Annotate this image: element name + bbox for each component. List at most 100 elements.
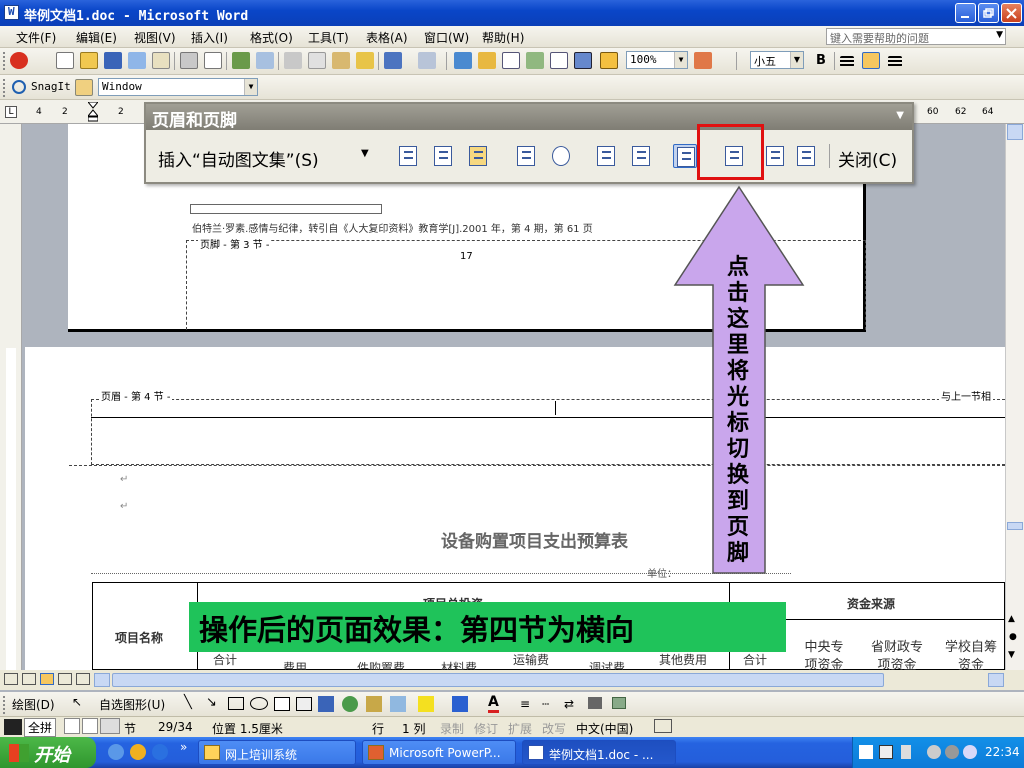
open-folder-icon[interactable] — [80, 52, 98, 69]
toolbar-grip[interactable] — [3, 52, 6, 70]
menu-edit[interactable]: 编辑(E) — [76, 29, 117, 46]
minimize-button[interactable] — [955, 3, 976, 23]
menu-format[interactable]: 格式(O) — [250, 29, 293, 46]
line-style-icon[interactable]: ≡ — [520, 697, 530, 711]
font-color-icon[interactable]: A — [488, 694, 499, 713]
menu-file[interactable]: 文件(F) — [16, 29, 56, 46]
network-tray-icon[interactable] — [901, 745, 911, 759]
chevron-down-icon[interactable]: ▼ — [361, 148, 369, 159]
rectangle-icon[interactable] — [228, 697, 244, 710]
cell-funding-source[interactable]: 资金来源 — [847, 595, 895, 612]
start-button[interactable]: 开始 — [0, 737, 96, 768]
insert-excel-icon[interactable] — [526, 52, 544, 69]
header-footer-toolbar-titlebar[interactable]: 页眉和页脚 ▼ — [146, 104, 912, 131]
font-size-select[interactable]: 小五 ▼ — [750, 51, 804, 69]
insert-page-number-icon[interactable] — [396, 144, 420, 168]
vertical-textbox-icon[interactable] — [296, 697, 312, 711]
arrow-style-icon[interactable]: ⇄ — [564, 697, 574, 711]
research-icon[interactable] — [256, 52, 274, 69]
redo-icon[interactable] — [418, 52, 436, 69]
chevron-down-icon[interactable]: ▼ — [674, 52, 687, 68]
cell-subhead[interactable]: 运输费 — [513, 651, 549, 668]
zoom-select[interactable]: 100% ▼ — [626, 51, 688, 69]
menu-tools[interactable]: 工具(T) — [308, 29, 349, 46]
task-training-system[interactable]: 网上培训系统 — [198, 740, 356, 765]
cell-subhead[interactable]: 其他费用 — [659, 651, 707, 668]
cut-icon[interactable] — [284, 52, 302, 69]
menu-table[interactable]: 表格(A) — [366, 29, 408, 46]
help-tray-icon[interactable] — [879, 745, 893, 759]
snagit-label[interactable]: SnagIt — [31, 80, 71, 93]
quicklaunch-ie-icon[interactable] — [152, 744, 168, 760]
chevron-down-icon[interactable]: ▼ — [244, 79, 257, 95]
track-changes-indicator[interactable]: 修订 — [474, 720, 498, 737]
help-search-input[interactable]: 键入需要帮助的问题 ▼ — [826, 28, 1006, 45]
insert-autotext-button[interactable]: 插入“自动图文集”(S) — [158, 146, 319, 171]
reading-view-icon[interactable] — [76, 673, 90, 685]
close-window-button[interactable] — [1001, 3, 1022, 23]
insert-table-icon[interactable] — [502, 52, 520, 69]
paste-icon[interactable] — [332, 52, 350, 69]
ime-toggle-icon[interactable] — [4, 719, 22, 735]
scroll-right-arrow[interactable] — [988, 673, 1004, 687]
chevron-down-icon[interactable]: ▼ — [896, 110, 904, 121]
align-center-icon[interactable] — [862, 52, 880, 69]
toolbar-grip[interactable] — [3, 696, 6, 714]
vertical-ruler[interactable] — [0, 124, 22, 670]
header-area-section-4[interactable] — [91, 399, 1005, 465]
textbox-icon[interactable] — [274, 697, 290, 711]
snagit-icon[interactable] — [12, 80, 26, 94]
word-app-icon[interactable] — [4, 5, 19, 20]
extend-indicator[interactable]: 扩展 — [508, 720, 532, 737]
collapse-tray-icon[interactable] — [927, 745, 941, 759]
print-view-icon[interactable] — [40, 673, 54, 685]
menu-window[interactable]: 窗口(W) — [424, 29, 469, 46]
print-icon[interactable] — [180, 52, 198, 69]
oval-icon[interactable] — [250, 697, 268, 710]
line-icon[interactable]: ╲ — [184, 695, 192, 710]
next-page-icon[interactable]: ▼ — [1008, 650, 1015, 660]
browse-object-icon[interactable]: ● — [1009, 632, 1017, 642]
email-icon[interactable] — [152, 52, 170, 69]
quicklaunch-desktop-icon[interactable] — [108, 744, 124, 760]
quicklaunch-overflow-icon[interactable]: » — [180, 740, 187, 754]
horizontal-scroll-thumb[interactable] — [112, 673, 884, 687]
scroll-left-arrow[interactable] — [94, 673, 110, 687]
wordart-icon[interactable] — [318, 696, 334, 712]
task-word-document[interactable]: 举例文档1.doc - ... — [522, 740, 676, 765]
show-hide-icon[interactable] — [600, 52, 618, 69]
3d-style-icon[interactable] — [612, 697, 626, 709]
draw-menu[interactable]: 绘图(D) — [12, 696, 55, 713]
scroll-thumb[interactable] — [1007, 522, 1023, 530]
bold-button[interactable]: B — [812, 52, 830, 69]
insert-picture-icon[interactable] — [390, 696, 406, 712]
cell-subhead[interactable]: 合计 — [743, 651, 767, 668]
drawing-icon[interactable] — [574, 52, 592, 69]
normal-view-icon[interactable] — [4, 673, 18, 685]
record-indicator[interactable]: 录制 — [440, 720, 464, 737]
toolbar-grip[interactable] — [3, 79, 6, 97]
tab-stop-selector[interactable]: L — [5, 106, 17, 118]
quicklaunch-media-icon[interactable] — [130, 744, 146, 760]
volume-tray-icon[interactable] — [945, 745, 959, 759]
select-objects-icon[interactable]: ↖ — [72, 695, 82, 709]
line-color-icon[interactable] — [452, 696, 468, 712]
chevron-down-icon[interactable]: ▼ — [996, 30, 1003, 40]
show-next-icon[interactable] — [794, 144, 818, 168]
tables-borders-icon[interactable] — [478, 52, 496, 69]
diagram-icon[interactable] — [342, 696, 358, 712]
document-title[interactable]: 设备购置项目支出预算表 — [441, 527, 628, 552]
close-header-footer-button[interactable]: 关闭(C) — [838, 146, 897, 171]
app-tray-icon[interactable] — [963, 745, 977, 759]
snagit-profile-select[interactable]: Window ▼ — [98, 78, 258, 96]
align-right-icon[interactable] — [888, 56, 902, 67]
keyboard-icon[interactable] — [100, 718, 120, 734]
format-painter-icon[interactable] — [356, 52, 374, 69]
cell-project-name[interactable]: 项目名称 — [115, 629, 163, 646]
spelling-status-icon[interactable] — [654, 719, 672, 733]
indent-marker-icon[interactable] — [86, 101, 100, 122]
ime-mode-label[interactable]: 全拼 — [24, 718, 57, 737]
clipart-icon[interactable] — [366, 696, 382, 712]
cell-subhead[interactable]: 合计 — [213, 651, 237, 668]
new-document-icon[interactable] — [56, 52, 74, 69]
